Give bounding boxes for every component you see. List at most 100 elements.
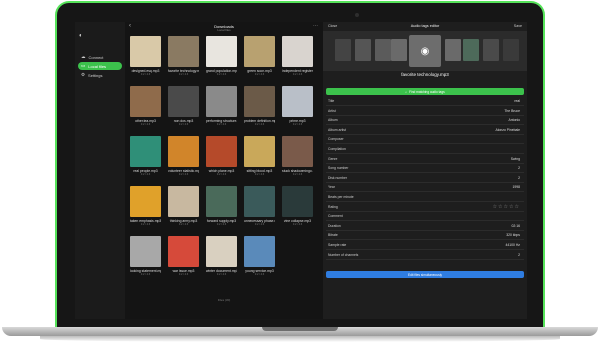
file-tile[interactable]: looking statement.mp3 3.2 / 4.6	[130, 236, 161, 276]
tag-field-label: Duration	[328, 223, 341, 228]
tag-field-value[interactable]: 2	[518, 166, 520, 170]
tag-field-row[interactable]: Rating ☆☆☆☆☆	[326, 204, 524, 212]
sidebar-toggle-icon[interactable]: ◐	[79, 33, 83, 39]
file-tile[interactable]: stuck shadowmingo.mp33.2 / 4.6	[282, 136, 313, 176]
album-art	[168, 86, 199, 117]
tag-field-value[interactable]: 320 kbps	[506, 233, 520, 237]
tag-field-row[interactable]: Song number 2	[326, 165, 524, 174]
album-art	[168, 186, 199, 217]
more-icon[interactable]: ⋯	[313, 23, 318, 29]
file-tile[interactable]: grand population.mp3 3.2 / 4.6	[206, 36, 237, 76]
file-tile[interactable]: prime.mp3 3.2 / 4.6	[282, 86, 313, 126]
album-art	[244, 136, 275, 167]
file-tile[interactable]: designed.esq.mp3 3.2 / 4.6	[130, 36, 161, 76]
rating-stars[interactable]: ☆☆☆☆☆	[493, 204, 520, 210]
file-tile[interactable]: unnecessary phase.mp33.2 / 4.6	[244, 186, 275, 226]
tag-field-value[interactable]: 02:16	[512, 224, 521, 228]
edit-simultaneously-button[interactable]: Edit files simultaneously	[326, 271, 524, 278]
folder-icon: ▭	[81, 63, 86, 68]
tag-field-label: Song number	[328, 166, 349, 171]
tag-field-row[interactable]: Composer	[326, 136, 524, 145]
tag-field-row[interactable]: Compilation	[326, 146, 524, 154]
file-meta: 3.2 / 4.6	[216, 123, 227, 126]
tag-field-value[interactable]: The Bruce	[504, 109, 520, 113]
tag-field-value[interactable]: 1998	[512, 185, 520, 189]
tag-field-row[interactable]: Beats per minute	[326, 194, 524, 202]
album-art	[130, 86, 161, 117]
gear-icon: ⚙	[81, 72, 86, 77]
file-tile[interactable]: non dos.mp3 3.2 / 4.6	[168, 86, 199, 126]
tag-field-row[interactable]: Duration 02:16	[326, 223, 524, 231]
tag-field-value[interactable]: real	[514, 99, 520, 103]
file-meta: 3.2 / 4.6	[254, 123, 265, 126]
file-meta: 3.2 / 4.6	[216, 73, 227, 76]
tag-field-row[interactable]: Artist The Bruce	[326, 108, 524, 116]
file-meta: 3.2 / 4.6	[178, 273, 189, 276]
album-art	[130, 136, 161, 167]
file-tile[interactable]: problem definition.mp3 3.2 / 4.6	[244, 86, 275, 126]
file-tile[interactable]: taken emphasis.mp3 3.2 / 4.6	[130, 186, 161, 226]
tag-field-row[interactable]: Album artist Alonzo Pinebale	[326, 127, 524, 135]
file-tile[interactable]: green soon.mp3 3.2 / 4.6	[244, 36, 275, 76]
file-tile[interactable]: which plane.mp3 3.2 / 4.6	[206, 136, 237, 176]
file-tile[interactable]: winter document.mp3 3.2 / 4.6	[206, 236, 237, 276]
tag-field-row[interactable]: Sample rate 44100 Hz	[326, 242, 524, 250]
file-meta: 3.2 / 4.6	[140, 73, 151, 76]
tag-field-value[interactable]: Antonio	[509, 118, 521, 122]
file-tile[interactable]: performing structure.mp33.2 / 4.6	[206, 86, 237, 126]
artwork-thumb	[445, 39, 461, 61]
file-tile[interactable]: sitting blood.mp3 3.2 / 4.6	[244, 136, 275, 176]
file-tile[interactable]: thinking army.mp3 3.2 / 4.6	[168, 186, 199, 226]
tag-field-label: Beats per minute	[328, 195, 354, 199]
find-tags-button[interactable]: ⌕ Find matching audio tags	[326, 88, 524, 95]
tag-field-label: Album artist	[328, 127, 346, 132]
file-tile[interactable]: real people.mp3 3.2 / 4.6	[130, 136, 161, 176]
sidebar-item-label: Settings	[88, 72, 103, 78]
file-tile[interactable]: other.tea.mp3 3.2 / 4.6	[130, 86, 161, 126]
sidebar-item-local-files[interactable]: ▭ Local files	[78, 62, 122, 70]
save-button[interactable]: Save	[514, 24, 522, 28]
file-tile[interactable]: war issue.mp3 3.2 / 4.6	[168, 236, 199, 276]
file-meta: 3.2 / 4.6	[178, 173, 189, 176]
album-art	[168, 236, 199, 267]
tag-field-value[interactable]: Swing	[511, 157, 520, 161]
file-tile[interactable]: young service.mp3 3.2 / 4.6	[244, 236, 275, 276]
tag-field-row[interactable]: Disk number 2	[326, 175, 524, 183]
album-art	[206, 236, 237, 267]
camera-icon[interactable]: ◉	[409, 35, 441, 67]
tag-field-value[interactable]: 2	[518, 253, 520, 257]
album-art	[282, 186, 313, 217]
app-screen: ◐ ☁ Connect ▭ Local files ⚙ Settings ‹ D…	[75, 22, 527, 319]
file-tile[interactable]: independent register.mp33.2 / 4.6	[282, 36, 313, 76]
tag-field-row[interactable]: Number of channels 2	[326, 252, 524, 260]
file-tile[interactable]: vine collapse.mp3 3.2 / 4.6	[282, 186, 313, 226]
sidebar: ◐ ☁ Connect ▭ Local files ⚙ Settings	[75, 22, 125, 319]
album-art	[244, 36, 275, 67]
file-tile[interactable]: volunteer statistic.mp3 3.2 / 4.6	[168, 136, 199, 176]
tag-field-label: Rating	[328, 204, 338, 209]
tag-field-row[interactable]: Comment	[326, 213, 524, 222]
tag-field-row[interactable]: Title real	[326, 98, 524, 106]
artwork-thumb	[335, 39, 351, 61]
tag-field-value[interactable]: Alonzo Pinebale	[495, 128, 520, 132]
editor-header: Close Audio tags editor Save	[323, 22, 527, 31]
album-art	[206, 186, 237, 217]
file-meta: 3.2 / 4.6	[216, 223, 227, 226]
find-tags-label: Find matching audio tags	[409, 89, 445, 94]
tag-field-row[interactable]: Bitrate 320 kbps	[326, 232, 524, 241]
file-meta: 3.2 / 4.6	[216, 173, 227, 176]
file-browser: ‹ Downloads Local files ⋯ designed.esq.m…	[125, 22, 323, 319]
file-tile[interactable]: forward supply.mp3 3.2 / 4.6	[206, 186, 237, 226]
editor-title: Audio tags editor	[410, 24, 440, 28]
sidebar-item-settings[interactable]: ⚙ Settings	[78, 71, 122, 79]
tag-field-value[interactable]: 44100 Hz	[505, 243, 520, 247]
sidebar-item-connect[interactable]: ☁ Connect	[78, 53, 122, 61]
tag-field-label: Year	[328, 185, 335, 190]
tag-field-row[interactable]: Genre Swing	[326, 156, 524, 164]
tag-field-row[interactable]: Album Antonio	[326, 117, 524, 126]
tag-field-label: Sample rate	[328, 243, 347, 247]
tag-field-row[interactable]: Year 1998	[326, 184, 524, 193]
tag-field-value[interactable]: 2	[518, 176, 520, 180]
file-tile[interactable]: favorite technology.mp33.2 / 4.6	[168, 36, 199, 76]
sidebar-item-label: Local files	[88, 63, 107, 69]
